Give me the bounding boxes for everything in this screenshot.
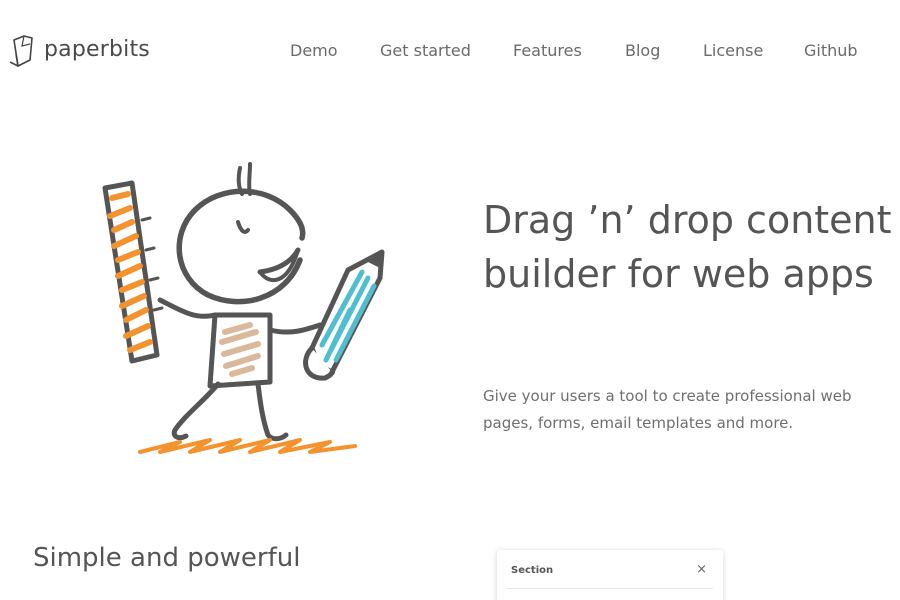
- stick-figure-head: [176, 162, 306, 305]
- nav-get-started[interactable]: Get started: [380, 41, 471, 60]
- close-icon[interactable]: ×: [696, 562, 707, 577]
- nav-features[interactable]: Features: [513, 41, 582, 60]
- nav-github[interactable]: Github: [804, 41, 858, 60]
- section-heading: Simple and powerful: [33, 543, 301, 573]
- main-nav: Demo Get started Features Blog License G…: [0, 41, 900, 65]
- pencil-drawing: [303, 249, 385, 381]
- section-panel: Section ×: [497, 550, 723, 600]
- hero-subtitle: Give your users a tool to create profess…: [483, 387, 852, 432]
- nav-demo[interactable]: Demo: [290, 41, 338, 60]
- nav-blog[interactable]: Blog: [625, 41, 660, 60]
- hero-illustration: [102, 162, 385, 454]
- panel-divider: [507, 588, 713, 589]
- ruler-drawing: [102, 180, 164, 364]
- ground-scribble: [138, 438, 357, 454]
- hero-title: Drag ’n’ drop content builder for web ap…: [483, 198, 892, 296]
- panel-title: Section: [511, 565, 554, 576]
- stick-figure-body: [171, 312, 323, 442]
- nav-license[interactable]: License: [703, 41, 763, 60]
